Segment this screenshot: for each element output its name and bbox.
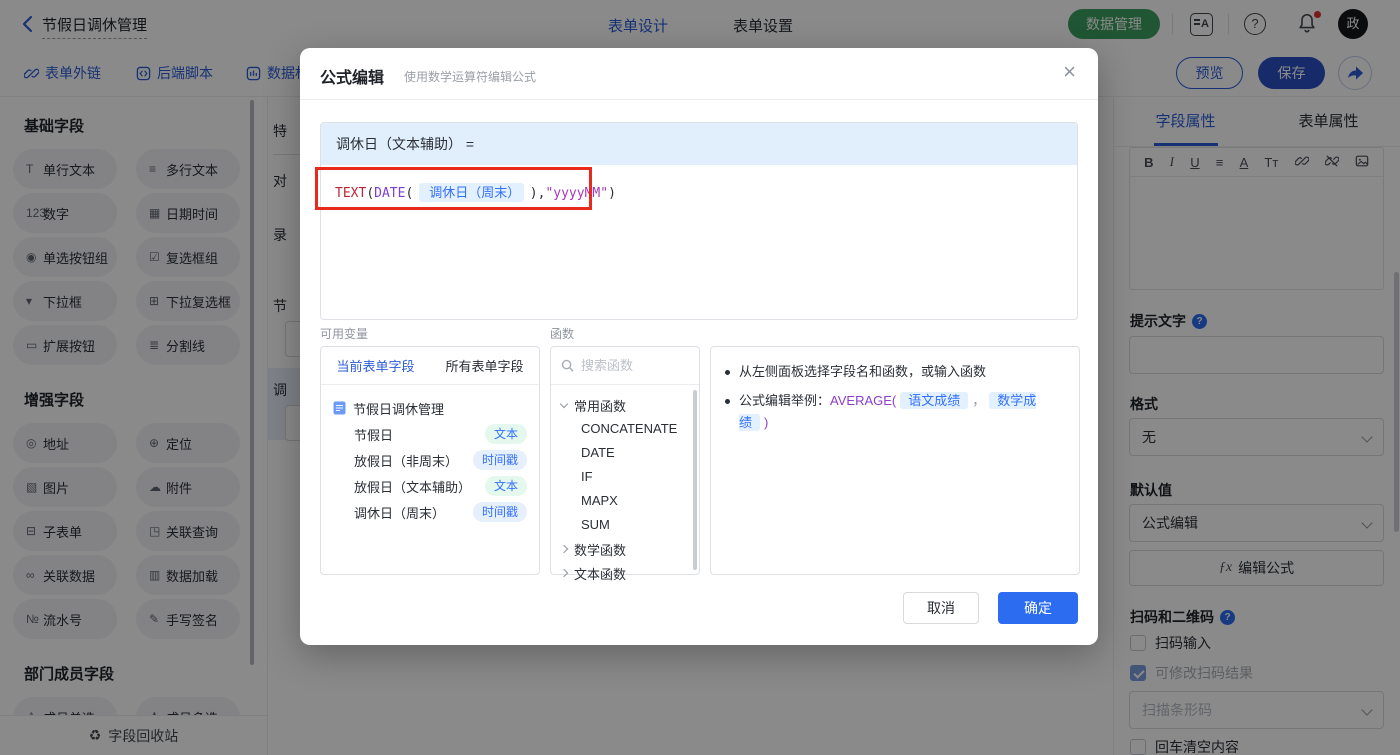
variables-tabs: 当前表单字段 所有表单字段: [321, 347, 539, 385]
tree-field-row[interactable]: 放假日（文本辅助） 文本: [333, 473, 527, 499]
formula-token: "yyyyMM": [545, 186, 609, 201]
function-search[interactable]: [551, 347, 699, 385]
function-item[interactable]: CONCATENATE: [561, 417, 699, 441]
chevron-right-icon: [559, 544, 569, 554]
chevron-down-icon: [559, 399, 569, 408]
formula-token: (: [366, 186, 375, 201]
help-bullet-2: 公式编辑举例：AVERAGE(语文成绩，数学成绩): [725, 390, 1065, 434]
confirm-button[interactable]: 确定: [998, 592, 1078, 624]
formula-field-chip[interactable]: 调休日（周末）: [419, 183, 524, 202]
formula-editor[interactable]: 调休日（文本辅助） = TEXT(DATE(调休日（周末）),"yyyyMM"): [320, 122, 1078, 320]
function-group-name: 常用函数: [574, 398, 627, 414]
tab-all-form-fields[interactable]: 所有表单字段: [445, 356, 523, 375]
function-item[interactable]: DATE: [561, 441, 699, 465]
example-field-chip[interactable]: 语文成绩: [900, 392, 969, 409]
formula-token: ): [529, 186, 538, 201]
field-type-badge: 文本: [484, 424, 527, 444]
modal-title: 公式编辑: [320, 70, 385, 87]
function-group[interactable]: 文本函数: [559, 561, 699, 585]
example-function-name: AVERAGE(: [830, 393, 897, 408]
formula-help-panel: 从左侧面板选择字段名和函数，或输入函数 公式编辑举例：AVERAGE(语文成绩，…: [710, 346, 1080, 575]
function-item[interactable]: IF: [561, 465, 699, 489]
function-group-name: 数学函数: [574, 542, 627, 558]
formula-token: TEXT: [335, 186, 367, 201]
tab-current-form-fields[interactable]: 当前表单字段: [336, 356, 414, 375]
functions-panel: 常用函数 CONCATENATEDATEIFMAPXSUM 数学函数文本函数: [550, 346, 700, 582]
field-name: 放假日（非周末）: [354, 453, 459, 469]
functions-label: 函数: [550, 327, 575, 341]
formula-token: ): [608, 186, 616, 201]
field-type-badge: 时间戳: [472, 450, 527, 470]
search-icon: [561, 359, 574, 372]
field-name: 调休日（周末）: [354, 505, 446, 521]
field-name: 节假日: [354, 427, 394, 443]
help-bullet-1: 从左侧面板选择字段名和函数，或输入函数: [725, 361, 1065, 383]
tree-field-row[interactable]: 调休日（周末） 时间戳: [333, 499, 527, 525]
chevron-right-icon: [559, 568, 569, 578]
tree-field-row[interactable]: 放假日（非周末） 时间戳: [333, 447, 527, 473]
function-group-name: 文本函数: [574, 566, 627, 582]
field-type-badge: 文本: [484, 476, 527, 496]
field-type-badge: 时间戳: [472, 502, 527, 522]
formula-target-field: 调休日（文本辅助） =: [321, 123, 1077, 165]
modal-header: 公式编辑 使用数学运算符编辑公式 ×: [300, 48, 1098, 100]
function-list-scrollbar[interactable]: [693, 390, 697, 570]
function-group[interactable]: 常用函数: [559, 393, 699, 417]
cancel-button[interactable]: 取消: [903, 592, 979, 624]
formula-expression[interactable]: TEXT(DATE(调休日（周末）),"yyyyMM"): [321, 165, 1077, 218]
function-item[interactable]: SUM: [561, 513, 699, 537]
function-group[interactable]: 数学函数: [559, 537, 699, 561]
function-list: 常用函数 CONCATENATE DATE IF MAPX SUM 数学函数文本函数: [551, 385, 699, 585]
tree-field-rows: 节假日 文本 放假日（非周末） 时间戳 放假日（文本辅助） 文本 调休日（周末） 时间戳: [333, 421, 527, 525]
app-root: 节假日调休管理 表单设计 表单设置 数据管理 A ? 政 表单外链 后端脚本 数…: [0, 0, 1400, 755]
modal-subtitle: 使用数学运算符编辑公式: [404, 70, 537, 84]
variables-label: 可用变量: [320, 327, 369, 341]
function-search-input[interactable]: [581, 358, 681, 373]
formula-token: (: [405, 186, 414, 201]
function-item[interactable]: MAPX: [561, 489, 699, 513]
close-icon[interactable]: ×: [1063, 61, 1076, 83]
formula-edit-modal: 公式编辑 使用数学运算符编辑公式 × 调休日（文本辅助） = TEXT(DATE…: [300, 48, 1098, 645]
variables-panel: 当前表单字段 所有表单字段 节假日调休管理 节假日 文本 放假日（非周末） 时间戳 放假…: [320, 346, 540, 575]
variables-tree: 节假日调休管理 节假日 文本 放假日（非周末） 时间戳 放假日（文本辅助） 文本 调休日（周…: [321, 385, 539, 525]
document-icon: [333, 401, 346, 415]
tree-form-node[interactable]: 节假日调休管理: [333, 395, 527, 421]
formula-token: DATE: [374, 186, 406, 201]
field-name: 放假日（文本辅助）: [354, 479, 472, 495]
tree-field-row[interactable]: 节假日 文本: [333, 421, 527, 447]
